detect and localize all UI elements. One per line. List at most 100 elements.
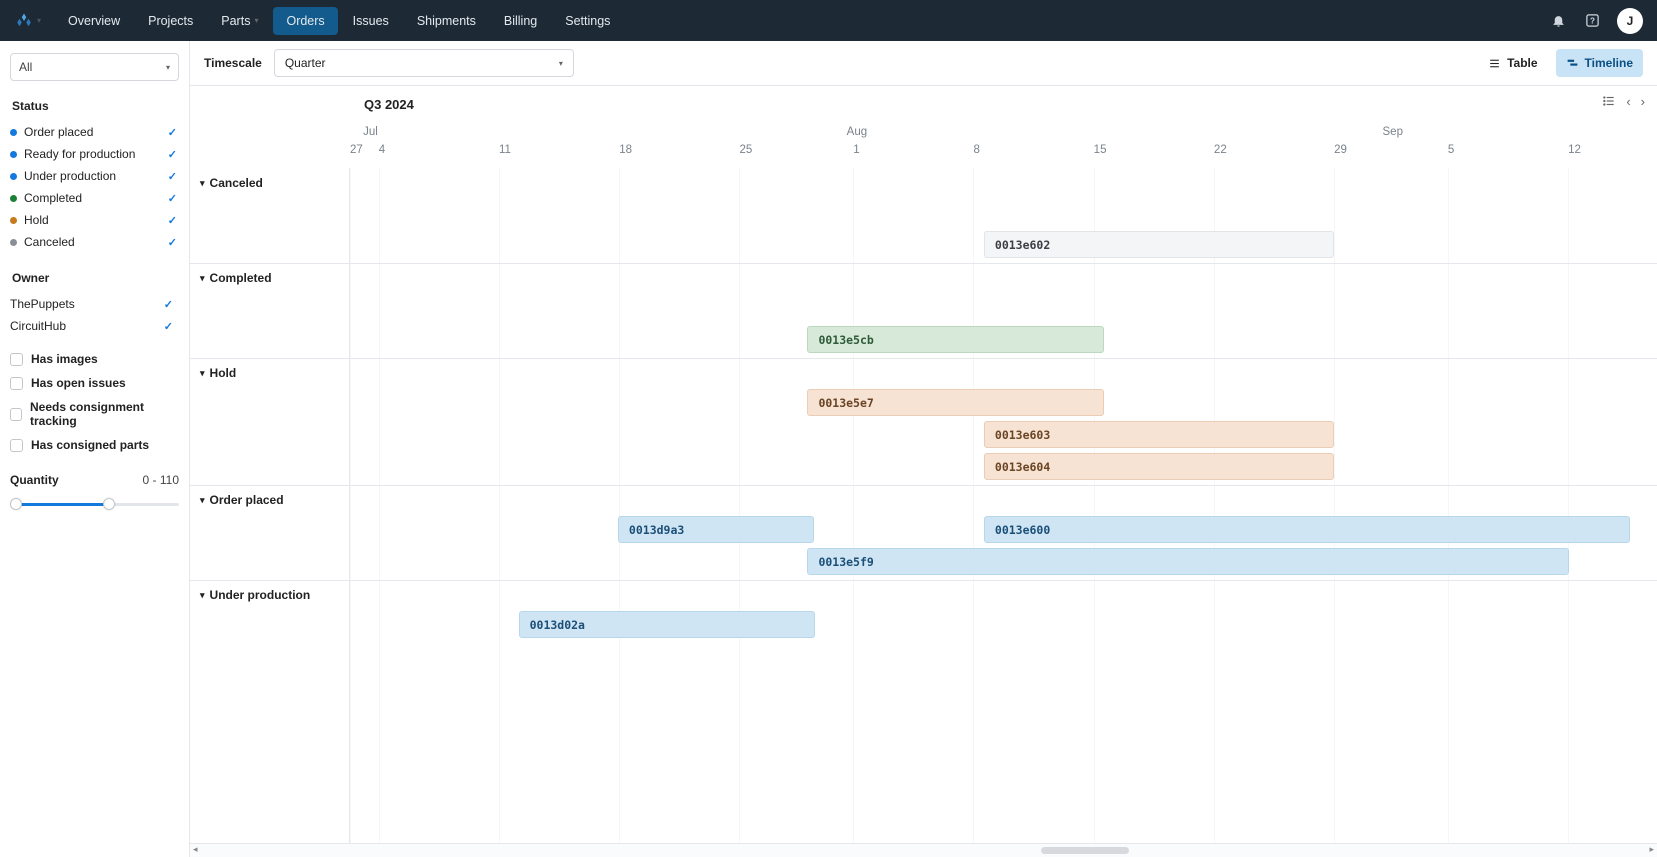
date-tick: 11 bbox=[499, 144, 511, 156]
app-logo[interactable] bbox=[14, 11, 34, 31]
month-tick: Aug bbox=[847, 126, 867, 138]
timeline-next-button[interactable]: › bbox=[1641, 94, 1645, 111]
date-tick: 1 bbox=[853, 144, 859, 156]
timeline-bar[interactable]: 0013e603 bbox=[984, 421, 1334, 448]
timeline-period-title: Q3 2024 bbox=[364, 97, 414, 112]
flag-checkbox-row[interactable]: Needs consignment tracking bbox=[10, 395, 179, 433]
group-label: Under production bbox=[210, 588, 311, 602]
status-filter-row[interactable]: Order placed ✓ bbox=[10, 121, 179, 143]
timeline-group-toggle[interactable]: ▾Canceled bbox=[190, 168, 349, 198]
status-filter-row[interactable]: Canceled✓ bbox=[10, 231, 179, 253]
timeline-horizontal-scrollbar[interactable]: ◂ ▸ bbox=[190, 843, 1657, 857]
status-filter-row[interactable]: Completed ✓ bbox=[10, 187, 179, 209]
workspace-dropdown-icon[interactable]: ▾ bbox=[37, 16, 41, 25]
month-tick: Jul bbox=[363, 126, 378, 138]
check-icon: ✓ bbox=[168, 148, 177, 161]
nav-tab-shipments[interactable]: Shipments bbox=[404, 7, 489, 35]
date-tick: 25 bbox=[739, 144, 752, 156]
date-tick: 18 bbox=[619, 144, 632, 156]
filter-preset-value: All bbox=[19, 60, 32, 74]
timeline-list-icon[interactable] bbox=[1602, 94, 1616, 111]
nav-tab-orders[interactable]: Orders bbox=[273, 7, 337, 35]
check-icon: ✓ bbox=[168, 214, 177, 227]
date-tick: 12 bbox=[1568, 144, 1581, 156]
chevron-down-icon: ▾ bbox=[166, 63, 170, 72]
scroll-right-icon[interactable]: ▸ bbox=[1649, 844, 1654, 855]
timeline-prev-button[interactable]: ‹ bbox=[1626, 94, 1630, 111]
owner-label: CircuitHub bbox=[10, 319, 66, 333]
avatar[interactable]: J bbox=[1617, 8, 1643, 34]
timeline-bar[interactable]: 0013e604 bbox=[984, 453, 1334, 480]
check-icon: ✓ bbox=[168, 170, 177, 183]
quantity-range-value: 0 - 110 bbox=[143, 473, 179, 487]
timeline-bar[interactable]: 0013e5f9 bbox=[807, 548, 1569, 575]
chevron-down-icon: ▾ bbox=[200, 495, 205, 506]
owner-filter-row[interactable]: CircuitHub✓ bbox=[10, 315, 175, 337]
status-dot-icon bbox=[10, 217, 17, 224]
chevron-down-icon: ▾ bbox=[200, 590, 205, 601]
flag-checkbox-row[interactable]: Has images bbox=[10, 347, 179, 371]
chevron-down-icon: ▾ bbox=[200, 368, 205, 379]
month-tick: Sep bbox=[1383, 126, 1403, 138]
nav-tab-settings[interactable]: Settings bbox=[552, 7, 623, 35]
timeline-bar[interactable]: 0013e5cb bbox=[807, 326, 1104, 353]
filter-preset-select[interactable]: All ▾ bbox=[10, 53, 179, 81]
nav-tab-projects[interactable]: Projects bbox=[135, 7, 206, 35]
nav-tab-issues[interactable]: Issues bbox=[340, 7, 402, 35]
timeline-group-toggle[interactable]: ▾Order placed bbox=[190, 485, 349, 515]
checkbox-icon bbox=[10, 353, 23, 366]
status-label: Ready for production bbox=[24, 147, 135, 161]
view-table-button[interactable]: Table bbox=[1478, 49, 1547, 77]
scroll-left-icon[interactable]: ◂ bbox=[193, 844, 198, 855]
date-tick: 15 bbox=[1094, 144, 1107, 156]
timescale-value: Quarter bbox=[285, 56, 326, 70]
top-nav: ▾ OverviewProjectsParts▾OrdersIssuesShip… bbox=[0, 0, 1657, 41]
chevron-down-icon: ▾ bbox=[559, 59, 563, 68]
help-icon[interactable]: ? bbox=[1583, 12, 1601, 30]
nav-tab-billing[interactable]: Billing bbox=[491, 7, 550, 35]
group-label: Canceled bbox=[210, 176, 263, 190]
quantity-slider[interactable] bbox=[10, 495, 179, 515]
timeline-group-toggle[interactable]: ▾Completed bbox=[190, 263, 349, 293]
date-tick: 22 bbox=[1214, 144, 1227, 156]
timeline-group-toggle[interactable]: ▾ Under production bbox=[190, 580, 349, 610]
status-dot-icon bbox=[10, 195, 17, 202]
status-label: Completed bbox=[24, 191, 82, 205]
date-tick: 29 bbox=[1334, 144, 1347, 156]
status-filter-row[interactable]: Under production✓ bbox=[10, 165, 179, 187]
status-label: Hold bbox=[24, 213, 49, 227]
timeline-bar[interactable]: 0013d9a3 bbox=[618, 516, 814, 543]
timescale-select[interactable]: Quarter ▾ bbox=[274, 49, 574, 77]
chevron-down-icon: ▾ bbox=[254, 16, 258, 25]
timeline-bar[interactable]: 0013d02a bbox=[519, 611, 816, 638]
check-icon: ✓ bbox=[168, 192, 177, 205]
group-label: Completed bbox=[210, 271, 272, 285]
flag-checkbox-row[interactable]: Has open issues bbox=[10, 371, 179, 395]
timeline-bar[interactable]: 0013e602 bbox=[984, 231, 1334, 258]
check-icon: ✓ bbox=[168, 126, 177, 139]
flag-label: Needs consignment tracking bbox=[30, 400, 179, 428]
status-label: Order placed bbox=[24, 125, 93, 139]
timeline-bar[interactable]: 0013e5e7 bbox=[807, 389, 1104, 416]
checkbox-icon bbox=[10, 408, 22, 421]
owner-filter-row[interactable]: ThePuppets✓ bbox=[10, 293, 175, 315]
notifications-icon[interactable] bbox=[1549, 12, 1567, 30]
date-tick: 5 bbox=[1448, 144, 1454, 156]
nav-tab-parts[interactable]: Parts▾ bbox=[208, 7, 271, 35]
status-heading: Status bbox=[12, 99, 179, 113]
nav-tab-overview[interactable]: Overview bbox=[55, 7, 133, 35]
flag-checkbox-row[interactable]: Has consigned parts bbox=[10, 433, 179, 457]
status-dot-icon bbox=[10, 239, 17, 246]
timeline-bar[interactable]: 0013e600 bbox=[984, 516, 1630, 543]
status-dot-icon bbox=[10, 151, 17, 158]
view-timeline-button[interactable]: Timeline bbox=[1556, 49, 1643, 77]
flag-label: Has open issues bbox=[31, 376, 126, 390]
timescale-label: Timescale bbox=[204, 56, 262, 70]
checkbox-icon bbox=[10, 439, 23, 452]
owner-label: ThePuppets bbox=[10, 297, 75, 311]
flag-label: Has consigned parts bbox=[31, 438, 149, 452]
scrollbar-thumb[interactable] bbox=[1041, 847, 1129, 854]
timeline-group-toggle[interactable]: ▾Hold bbox=[190, 358, 349, 388]
status-filter-row[interactable]: Hold ✓ bbox=[10, 209, 179, 231]
status-filter-row[interactable]: Ready for production ✓ bbox=[10, 143, 179, 165]
